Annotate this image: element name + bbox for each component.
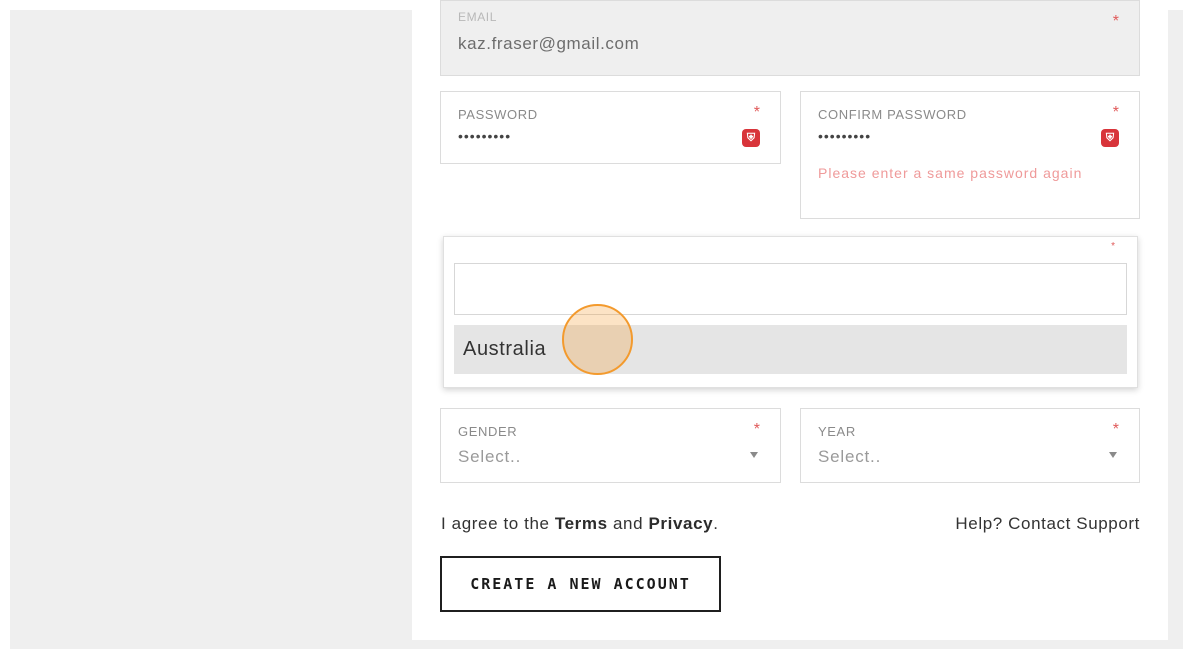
gender-label: GENDER	[458, 424, 518, 439]
year-required-marker: *	[1112, 421, 1119, 438]
right-background	[1168, 10, 1183, 648]
agreement-prefix: I agree to the	[441, 514, 555, 533]
year-select[interactable]: YEAR * Select..	[800, 408, 1140, 483]
privacy-link[interactable]: Privacy	[648, 514, 713, 533]
confirm-password-error: Please enter a same password again	[818, 165, 1083, 181]
gender-required-marker: *	[753, 421, 760, 438]
confirm-password-required-marker: *	[1112, 104, 1119, 121]
gender-select[interactable]: GENDER * Select..	[440, 408, 781, 483]
chevron-down-icon[interactable]	[750, 452, 758, 458]
email-label: EMAIL	[458, 10, 498, 24]
agreement-text: I agree to the Terms and Privacy.	[441, 514, 719, 534]
create-account-button[interactable]: CREATE A NEW ACCOUNT	[440, 556, 721, 612]
contact-support-link[interactable]: Help? Contact Support	[955, 514, 1140, 534]
email-value: kaz.fraser@gmail.com	[458, 34, 640, 53]
signup-page: EMAIL * kaz.fraser@gmail.com PASSWORD * …	[0, 0, 1183, 659]
agreement-suffix: .	[713, 514, 719, 533]
left-background	[10, 10, 412, 648]
confirm-password-value: •••••••••	[818, 128, 872, 144]
country-search-input[interactable]	[454, 263, 1127, 315]
country-dropdown[interactable]: * Australia	[443, 236, 1138, 388]
country-required-marker: *	[1111, 241, 1115, 252]
gender-placeholder: Select..	[458, 447, 522, 466]
confirm-password-field[interactable]: CONFIRM PASSWORD * ••••••••• ⛨ Please en…	[800, 91, 1140, 219]
year-placeholder: Select..	[818, 447, 882, 466]
chevron-down-icon[interactable]	[1109, 452, 1117, 458]
email-field[interactable]: EMAIL * kaz.fraser@gmail.com	[440, 0, 1140, 76]
agreement-and: and	[607, 514, 649, 533]
password-label: PASSWORD	[458, 107, 538, 122]
password-field[interactable]: PASSWORD * ••••••••• ⛨	[440, 91, 781, 164]
password-required-marker: *	[753, 104, 760, 121]
dropdown-option-australia[interactable]: Australia	[454, 325, 1127, 374]
shield-icon[interactable]: ⛨	[742, 129, 760, 147]
confirm-password-label: CONFIRM PASSWORD	[818, 107, 967, 122]
email-required-marker: *	[1112, 13, 1119, 30]
password-value: •••••••••	[458, 128, 512, 144]
shield-icon[interactable]: ⛨	[1101, 129, 1119, 147]
bottom-background	[10, 640, 1183, 649]
year-label: YEAR	[818, 424, 856, 439]
terms-link[interactable]: Terms	[555, 514, 608, 533]
